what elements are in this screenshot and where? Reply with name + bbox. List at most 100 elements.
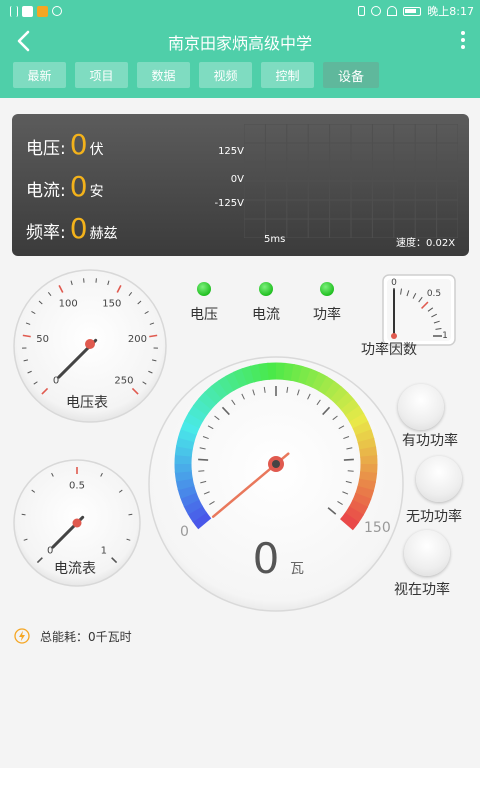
- power-gauge-arc-segment: [258, 362, 270, 381]
- power-gauge-arc-segment: [355, 429, 375, 444]
- voltmeter-tick-label: 200: [128, 334, 147, 345]
- voltage-indicator-lamp: [197, 282, 211, 296]
- apparent-power-button[interactable]: [404, 530, 450, 576]
- power-gauge-arc-segment: [359, 446, 378, 458]
- lightning-bolt-icon: [14, 628, 30, 644]
- current-label: 电流:: [26, 181, 66, 201]
- tab-latest[interactable]: 最新: [13, 62, 66, 88]
- power-gauge-arc-segment: [184, 412, 204, 429]
- power-gauge-arc-segment: [210, 380, 229, 400]
- app-header: 晚上8:17 南京田家炳高级中学 最新 项目 数据 视频 控制 设备: [0, 0, 480, 98]
- power-gauge-arc-segment: [348, 499, 368, 516]
- app-notify-icon: [22, 5, 33, 17]
- current-indicator-label: 电流: [252, 307, 280, 323]
- power-factor-tick-label: 0: [391, 278, 397, 288]
- power-gauge-arc-segment: [340, 398, 360, 417]
- tab-control[interactable]: 控制: [261, 62, 314, 88]
- dial-tick: [21, 513, 26, 516]
- power-gauge-arc-segment: [175, 477, 195, 491]
- usb-icon: [10, 5, 18, 17]
- tab-projects[interactable]: 项目: [75, 62, 128, 88]
- battery-icon: [403, 6, 422, 16]
- tab-data[interactable]: 数据: [137, 62, 190, 88]
- power-gauge-arc-segment: [352, 421, 372, 437]
- scope-time-label: 5ms: [264, 234, 286, 245]
- wifi-icon: [387, 6, 398, 16]
- power-gauge-arc-segment: [192, 511, 212, 530]
- power-gauge-tick: [343, 458, 354, 461]
- power-gauge-arc-segment: [177, 428, 198, 443]
- power-gauge-arc-segment: [297, 365, 312, 386]
- clock-time: 晚上8:17: [427, 5, 474, 18]
- voltage-indicator-label: 电压: [190, 307, 218, 323]
- power-gauge-arc-segment: [349, 413, 369, 430]
- tab-bar: 最新 项目 数据 视频 控制 设备: [13, 62, 388, 88]
- voltage-value: 0: [69, 128, 88, 161]
- ammeter-tick-label: 0.5: [69, 481, 85, 492]
- voltmeter-tick-label: 150: [102, 299, 121, 310]
- power-gauge-arc-segment: [180, 491, 200, 507]
- scope-speed-label: 速度：0.02X: [396, 238, 456, 249]
- power-gauge-arc-segment: [176, 436, 195, 450]
- power-gauge: 0 150 0 瓦: [148, 356, 404, 612]
- power-gauge-arc-segment: [311, 372, 328, 392]
- power-gauge-arc-segment: [217, 375, 235, 395]
- power-gauge-arc-segment: [177, 484, 197, 499]
- power-gauge-arc-segment: [187, 505, 207, 523]
- power-gauge-arc-segment: [225, 371, 242, 391]
- current-unit: 安: [89, 184, 104, 200]
- ammeter-label: 电流表: [54, 561, 96, 577]
- voltage-unit: 伏: [89, 142, 104, 158]
- ammeter-pivot: [72, 518, 82, 528]
- current-indicator-lamp: [259, 282, 273, 296]
- power-indicator-lamp: [320, 282, 334, 296]
- power-gauge-pivot-center: [272, 460, 280, 468]
- voltmeter-tick-label: 50: [36, 334, 49, 345]
- reactive-power-label[interactable]: 无功功率: [406, 506, 462, 526]
- power-gauge-arc-segment: [357, 478, 376, 492]
- tab-video[interactable]: 视频: [199, 62, 252, 88]
- frequency-value: 0: [69, 212, 88, 245]
- voltmeter-tick-label: 250: [114, 375, 133, 386]
- scope-y-label-bottom: -125V: [214, 198, 244, 209]
- oscilloscope-grid: [244, 124, 458, 238]
- tab-devices[interactable]: 设备: [323, 62, 379, 88]
- power-gauge-arc-segment: [180, 419, 200, 436]
- active-power-label[interactable]: 有功功率: [402, 430, 458, 450]
- power-gauge-arc-segment: [324, 380, 343, 401]
- power-gauge-arc-segment: [357, 437, 377, 451]
- power-gauge-arc-segment: [352, 492, 372, 509]
- apparent-power-label[interactable]: 视在功率: [394, 579, 450, 599]
- frequency-label: 频率:: [26, 223, 66, 243]
- active-power-button[interactable]: [398, 384, 444, 430]
- scope-y-label-mid: 0V: [230, 174, 244, 185]
- power-gauge-arc-segment: [249, 363, 263, 383]
- power-gauge-arc-segment: [345, 405, 365, 423]
- power-indicator-label: 功率: [313, 307, 341, 323]
- power-gauge-arc-segment: [335, 392, 355, 411]
- voltage-reading: 电压: 0 伏: [26, 128, 104, 161]
- power-gauge-arc-segment: [198, 391, 218, 410]
- system-icons: 晚上8:17: [358, 3, 474, 19]
- power-gauge-arc-segment: [192, 397, 213, 416]
- bluetooth-icon: [358, 6, 366, 16]
- power-gauge-arc-segment: [354, 485, 375, 500]
- power-gauge-tick: [198, 470, 205, 472]
- current-reading: 电流: 0 安: [26, 170, 104, 203]
- power-gauge-arc-segment: [318, 376, 336, 396]
- dial-tick: [128, 513, 133, 516]
- energy-row: 总能耗：0千瓦时: [14, 626, 132, 646]
- ammeter-tick-label: 1: [101, 545, 107, 556]
- play-notify-icon: [37, 5, 48, 17]
- power-factor-tick-label: 0.5: [427, 289, 441, 299]
- scope-y-label-top: 125V: [218, 146, 244, 157]
- power-gauge-arc-segment: [344, 506, 364, 524]
- more-menu-icon[interactable]: [460, 30, 466, 50]
- key-icon: [52, 6, 62, 16]
- notification-icons: [10, 4, 62, 18]
- power-gauge-arc-segment: [188, 404, 208, 422]
- reactive-power-button[interactable]: [416, 456, 462, 502]
- current-value: 0: [69, 170, 88, 203]
- frequency-reading: 频率: 0 赫兹: [26, 212, 118, 245]
- readings-panel: 电压: 0 伏 电流: 0 安 频率: 0 赫兹 125V 0V -125V 5…: [12, 114, 469, 256]
